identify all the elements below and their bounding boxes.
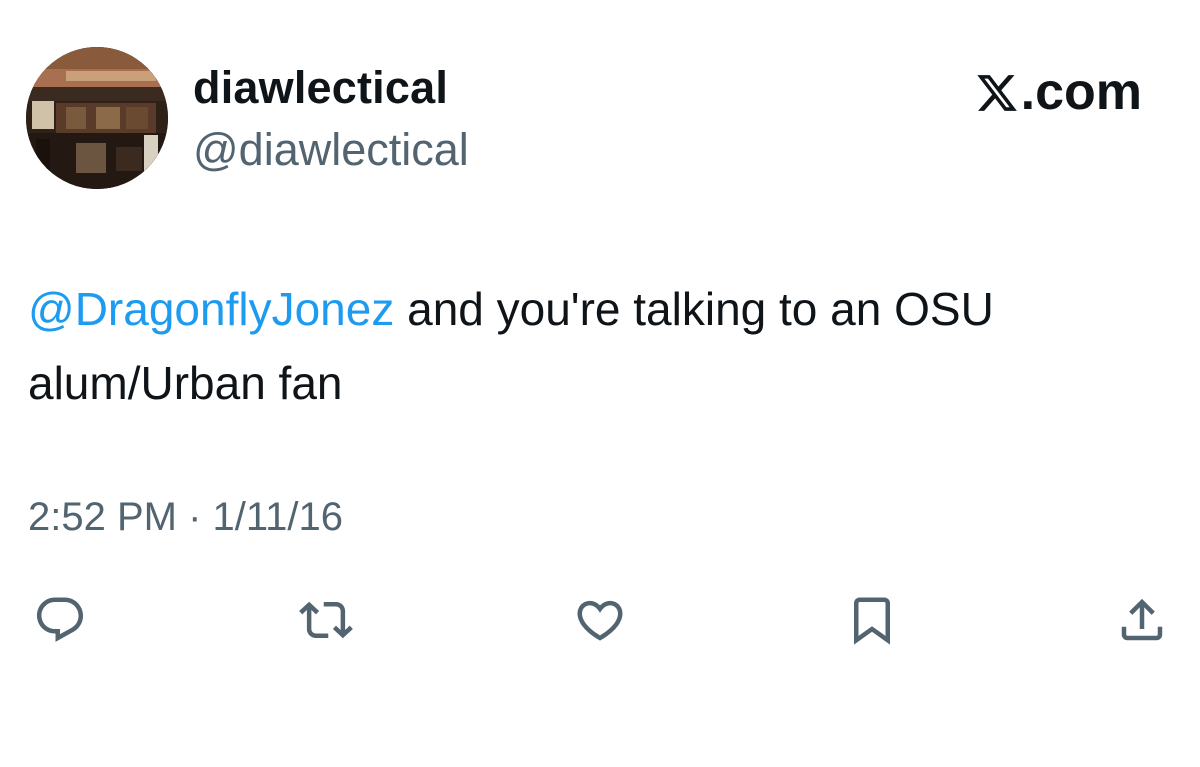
tweet-timestamp[interactable]: 2:52 PM · 1/11/16 bbox=[28, 492, 343, 542]
reply-button[interactable] bbox=[30, 590, 90, 650]
share-icon bbox=[1121, 598, 1163, 641]
reply-icon bbox=[36, 597, 84, 642]
brand-text: .com bbox=[1020, 63, 1142, 121]
display-name[interactable]: diawlectical bbox=[193, 62, 448, 114]
user-handle[interactable]: @diawlectical bbox=[193, 124, 469, 176]
avatar[interactable] bbox=[26, 47, 168, 189]
share-button[interactable] bbox=[1112, 590, 1172, 650]
tweet-text: @DragonflyJonez and you're talking to an… bbox=[28, 272, 1178, 420]
retweet-button[interactable] bbox=[296, 590, 356, 650]
mention-link[interactable]: @DragonflyJonez bbox=[28, 283, 394, 335]
brand-logo: .com bbox=[975, 64, 1142, 120]
x-logo-icon bbox=[975, 70, 1019, 114]
action-bar bbox=[0, 590, 1200, 650]
avatar-image bbox=[26, 47, 168, 189]
like-icon bbox=[577, 600, 623, 641]
bookmark-button[interactable] bbox=[842, 590, 902, 650]
bookmark-icon bbox=[854, 597, 890, 645]
tweet-card: diawlectical @diawlectical .com @Dragonf… bbox=[0, 0, 1200, 767]
like-button[interactable] bbox=[570, 590, 630, 650]
retweet-icon bbox=[299, 601, 353, 639]
